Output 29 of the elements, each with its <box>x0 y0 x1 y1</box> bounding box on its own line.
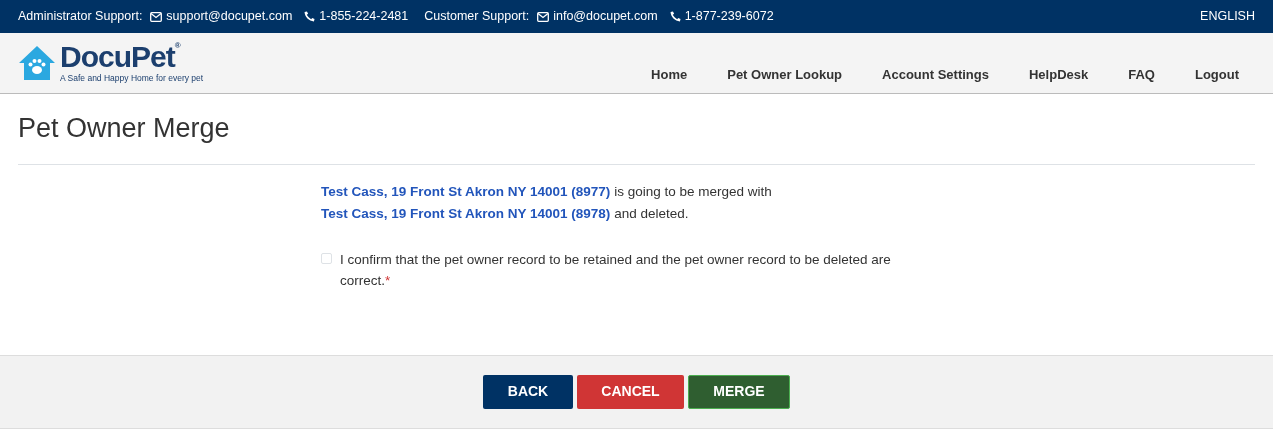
cancel-button[interactable]: CANCEL <box>577 374 684 409</box>
owner-link[interactable]: Test Cass, 19 Front St Akron NY 14001 (8978) <box>321 206 611 221</box>
logo-tagline: A Safe and Happy Home for every pet <box>60 71 204 85</box>
nav-link[interactable]: Logout <box>1194 65 1239 85</box>
language-selector[interactable]: ENGLISH <box>1200 7 1255 26</box>
page-title: Pet Owner Merge <box>18 94 1255 166</box>
email-link[interactable]: support@docupet.com <box>166 7 293 26</box>
support-label: Administrator Support: <box>18 8 143 26</box>
phone-icon <box>669 11 681 22</box>
support-label: Customer Support: <box>424 8 530 26</box>
mail-icon <box>537 11 550 22</box>
house-paw-icon <box>18 44 56 82</box>
phone-link[interactable]: 1-855-224-2481 <box>319 7 409 26</box>
confirm-checkbox[interactable] <box>321 252 332 264</box>
email-link[interactable]: info@docupet.com <box>553 7 658 26</box>
nav-link[interactable]: Pet Owner Lookup <box>727 65 843 85</box>
mail-icon <box>150 11 163 22</box>
nav-link[interactable]: Account Settings <box>882 65 989 85</box>
confirm-label: I confirm that the pet owner record to be retained and the pet owner record to be deleted are correct.* <box>340 250 892 291</box>
nav-link[interactable]: FAQ <box>1128 65 1155 85</box>
phone-icon <box>304 11 316 22</box>
phone-link[interactable]: 1-877-239-6072 <box>684 7 774 26</box>
owner-link[interactable]: Test Cass, 19 Front St Akron NY 14001 (8977) <box>321 184 611 200</box>
nav-link[interactable]: HelpDesk <box>1028 65 1089 85</box>
back-button[interactable]: BACK <box>483 374 573 409</box>
nav-link[interactable]: Home <box>651 65 688 85</box>
merge-message: Test Cass, 19 Front St Akron NY 14001 (8977) is going to be merged with Test Cass, 19 Front St Akron NY 14001 (8978) and deleted. <box>321 183 773 223</box>
merge-button[interactable]: MERGE <box>688 374 790 409</box>
logo-wordmark: DocuPet® <box>60 41 182 72</box>
